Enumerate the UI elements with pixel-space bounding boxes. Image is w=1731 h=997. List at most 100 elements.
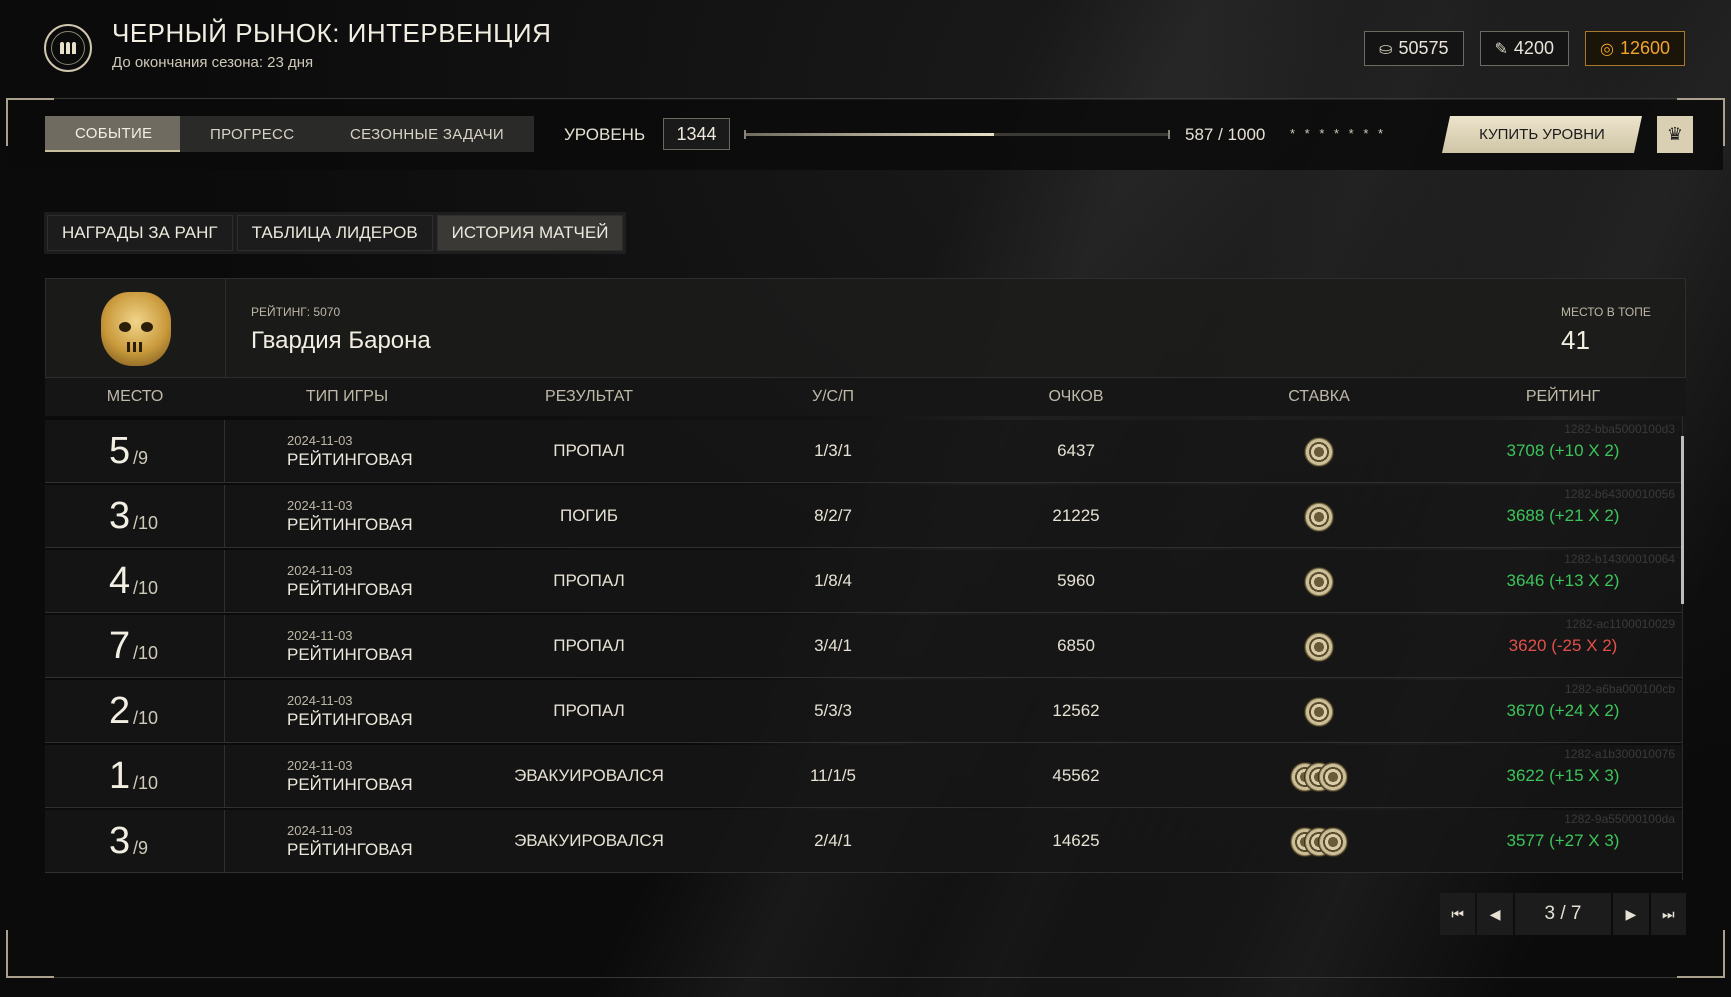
place-total: /10 [133, 578, 159, 598]
last-page-icon[interactable]: ⏭ [1650, 893, 1686, 935]
kills-saves-picks: 1/8/4 [814, 571, 852, 590]
table-row[interactable]: 2/10 2024-11-03 РЕЙТИНГОВАЯ ПРОПАЛ 5/3/3 1256… [45, 680, 1683, 743]
table-row[interactable]: 5/9 2024-11-03 РЕЙТИНГОВАЯ ПРОПАЛ 1/3/1 6437 3… [45, 420, 1683, 483]
stake-chip-icon [1304, 697, 1334, 727]
next-page-icon[interactable]: ▶ [1613, 893, 1649, 935]
tab-season-tasks[interactable]: СЕЗОННЫЕ ЗАДАЧИ [320, 116, 535, 152]
score-value: 14625 [1052, 831, 1100, 850]
tab-progress[interactable]: ПРОГРЕСС [180, 116, 325, 152]
place-total: /9 [133, 838, 149, 858]
team-rating: РЕЙТИНГ: 5070 [251, 305, 341, 319]
place-cell: 5/9 [45, 420, 225, 483]
col-game-type: ТИП ИГРЫ [305, 388, 389, 405]
rating-change: 3646 (+13 X 2) [1506, 571, 1620, 590]
place-cell: 3/10 [45, 485, 225, 548]
subtab-match-history[interactable]: ИСТОРИЯ МАТЧЕЙ [436, 215, 624, 251]
col-rating: РЕЙТИНГ [1525, 388, 1601, 405]
event-toolbar: СОБЫТИЕ ПРОГРЕСС СЕЗОННЫЕ ЗАДАЧИ УРОВЕНЬ… [8, 100, 1723, 170]
col-place: МЕСТО [106, 388, 164, 405]
chip-icon [1304, 437, 1334, 467]
top-header: ЧЕРНЫЙ РЫНОК: ИНТЕРВЕНЦИЯ До окончания с… [0, 0, 1731, 98]
level-progress-fill [744, 133, 995, 136]
match-date: 2024-11-03 [287, 498, 353, 513]
level-stars: * * * * * * * [1290, 126, 1387, 141]
score-value: 21225 [1052, 506, 1100, 525]
match-id: 1282-bba5000100d3 [1564, 422, 1675, 436]
place-cell: 1/10 [45, 745, 225, 808]
subtab-leaderboard[interactable]: ТАБЛИЦА ЛИДЕРОВ [236, 215, 433, 251]
rating-change: 3622 (+15 X 3) [1506, 766, 1620, 785]
currency-gold[interactable]: ◎ 12600 [1584, 31, 1685, 66]
tab-event[interactable]: СОБЫТИЕ [45, 116, 183, 152]
top-place-label: МЕСТО В ТОПЕ [1561, 305, 1651, 319]
currency-dogtags[interactable]: ✎ 4200 [1479, 31, 1569, 66]
chip-icon [1304, 567, 1334, 597]
score-value: 6850 [1057, 636, 1095, 655]
game-type: РЕЙТИНГОВАЯ [287, 775, 413, 794]
tokens-icon: ⛀ [1379, 40, 1393, 58]
match-history-table: 5/9 2024-11-03 РЕЙТИНГОВАЯ ПРОПАЛ 1/3/1 6437 3… [45, 420, 1683, 880]
table-row[interactable]: 1/10 2024-11-03 РЕЙТИНГОВАЯ ЭВАКУИРОВАЛСЯ 11… [45, 745, 1683, 808]
game-type: РЕЙТИНГОВАЯ [287, 580, 413, 599]
gold-coin-icon: ◎ [1599, 40, 1614, 58]
game-type: РЕЙТИНГОВАЯ [287, 450, 413, 469]
match-date: 2024-11-03 [287, 563, 353, 578]
table-scrollbar[interactable] [1681, 436, 1684, 604]
table-row[interactable]: 7/10 2024-11-03 РЕЙТИНГОВАЯ ПРОПАЛ 3/4/1 6850… [45, 615, 1683, 678]
place-total: /10 [133, 643, 159, 663]
game-type: РЕЙТИНГОВАЯ [287, 515, 413, 534]
chip-icon [1304, 697, 1334, 727]
col-score: ОЧКОВ [1048, 388, 1104, 405]
place-total: /10 [133, 773, 159, 793]
rating-change: 3670 (+24 X 2) [1506, 701, 1620, 720]
top-place-value: 41 [1561, 325, 1590, 355]
level-progress-text: 587 / 1000 [1185, 125, 1266, 144]
col-ksa: У/С/П [811, 388, 855, 405]
place-cell: 2/10 [45, 680, 225, 743]
score-value: 5960 [1057, 571, 1095, 590]
place-number: 5 [109, 430, 131, 472]
season-timer: До окончания сезона: 23 дня [112, 54, 314, 71]
col-result: РЕЗУЛЬТАТ [545, 388, 633, 405]
place-cell: 3/9 [45, 810, 225, 873]
match-id: 1282-b64300010056 [1564, 487, 1675, 501]
game-type: РЕЙТИНГОВАЯ [287, 710, 413, 729]
table-row[interactable]: 4/10 2024-11-03 РЕЙТИНГОВАЯ ПРОПАЛ 1/8/4 5960… [45, 550, 1683, 613]
rating-change: 3688 (+21 X 2) [1506, 506, 1620, 525]
subtab-rank-rewards[interactable]: НАГРАДЫ ЗА РАНГ [47, 215, 233, 251]
place-cell: 7/10 [45, 615, 225, 678]
team-profile-panel: РЕЙТИНГ: 5070 Гвардия Барона МЕСТО В ТОП… [45, 278, 1686, 379]
match-result: ПРОПАЛ [553, 636, 625, 655]
chip-icon [1318, 762, 1348, 792]
currency-bar: ⛀ 50575 ✎ 4200 ◎ 12600 [1364, 31, 1685, 66]
match-date: 2024-11-03 [287, 628, 353, 643]
table-row[interactable]: 3/9 2024-11-03 РЕЙТИНГОВАЯ ЭВАКУИРОВАЛСЯ 2/4… [45, 810, 1683, 873]
place-number: 1 [109, 755, 131, 797]
place-total: /10 [133, 708, 159, 728]
table-row[interactable]: 3/10 2024-11-03 РЕЙТИНГОВАЯ ПОГИБ 8/2/7 21225… [45, 485, 1683, 548]
prev-page-icon[interactable]: ◀ [1477, 893, 1513, 935]
team-name: Гвардия Барона [251, 327, 431, 354]
stake-chip-icon [1304, 502, 1334, 532]
kills-saves-picks: 1/3/1 [814, 441, 852, 460]
score-value: 45562 [1052, 766, 1100, 785]
match-result: ЭВАКУИРОВАЛСЯ [514, 831, 664, 850]
buy-levels-button[interactable]: КУПИТЬ УРОВНИ [1442, 116, 1642, 153]
match-date: 2024-11-03 [287, 823, 353, 838]
match-id: 1282-b14300010064 [1564, 552, 1675, 566]
currency-dogtags-value: 4200 [1513, 38, 1554, 58]
match-id: 1282-a6ba000100cb [1564, 682, 1675, 696]
currency-tokens[interactable]: ⛀ 50575 [1364, 31, 1464, 66]
score-value: 12562 [1052, 701, 1100, 720]
match-date: 2024-11-03 [287, 433, 353, 448]
table-header: МЕСТО ТИП ИГРЫ РЕЗУЛЬТАТ У/С/П ОЧКОВ СТА… [45, 378, 1686, 416]
first-page-icon[interactable]: ⏮ [1440, 893, 1476, 935]
page-indicator: 3 / 7 [1514, 893, 1612, 935]
crown-icon[interactable]: ♛ [1657, 116, 1693, 153]
stake-chip-icon [1304, 437, 1334, 467]
level-value: 1344 [663, 118, 730, 150]
chip-icon [1304, 502, 1334, 532]
skull-emblem-icon [100, 292, 171, 366]
stake-chip-icon [1304, 632, 1334, 662]
rating-change: 3708 (+10 X 2) [1506, 441, 1620, 460]
